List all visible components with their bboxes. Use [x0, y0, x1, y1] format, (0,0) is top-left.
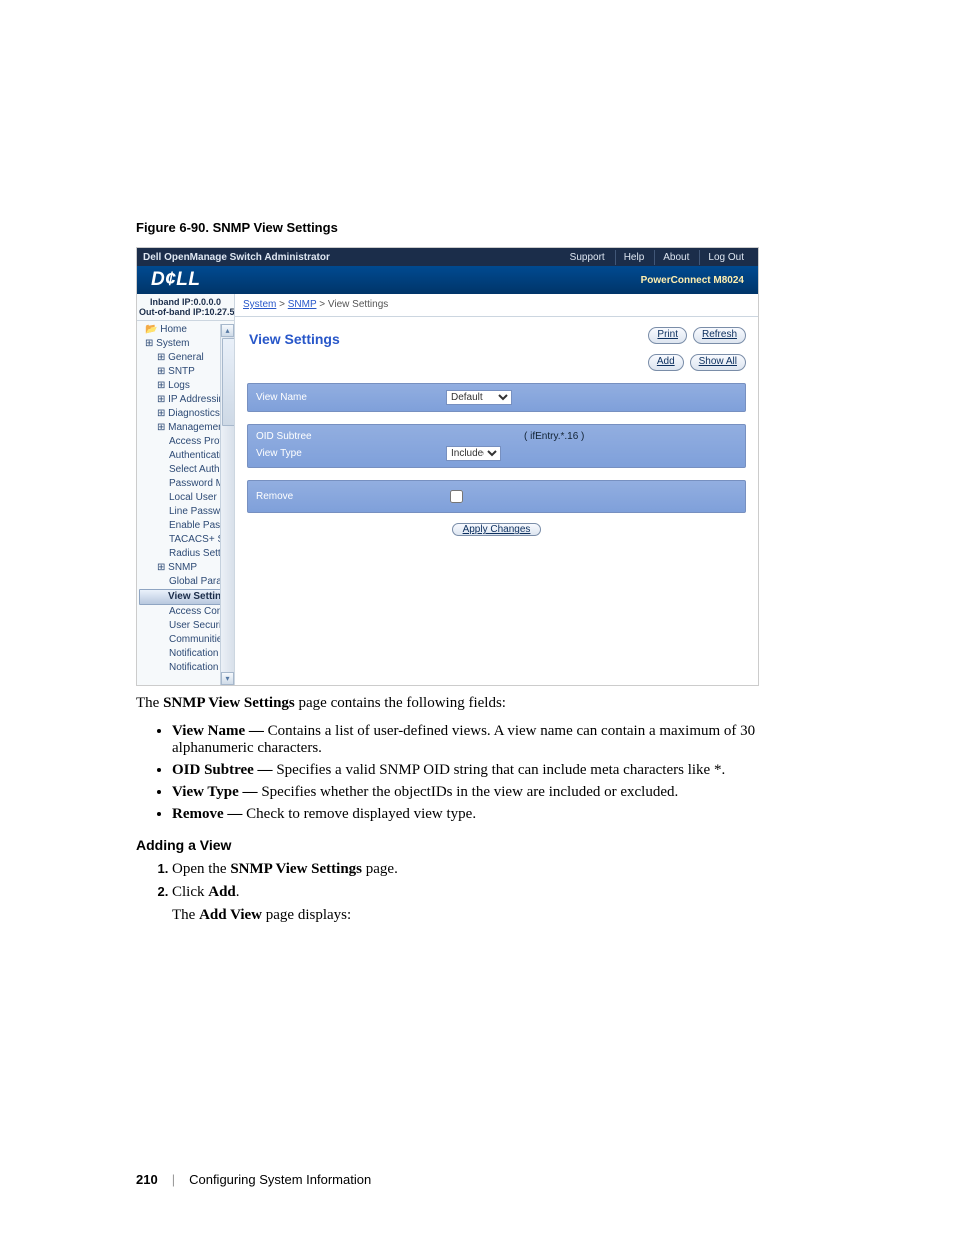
- figure-caption: Figure 6-90. SNMP View Settings: [136, 220, 839, 235]
- view-name-block: View Name Default: [247, 383, 746, 412]
- model-label: PowerConnect M8024: [641, 275, 744, 286]
- view-type-label: View Type: [256, 448, 446, 459]
- crumb-system[interactable]: System: [243, 299, 276, 310]
- refresh-button[interactable]: Refresh: [693, 327, 746, 344]
- app-brandbar: D¢LL PowerConnect M8024: [137, 266, 758, 294]
- topbar-link-logout[interactable]: Log Out: [699, 250, 752, 265]
- step-2: Click Add. The Add View page displays:: [172, 884, 839, 924]
- sidebar: Inband IP:0.0.0.0 Out-of-band IP:10.27.5…: [137, 294, 235, 685]
- app-window: Dell OpenManage Switch Administrator Sup…: [136, 247, 759, 686]
- step-1: Open the SNMP View Settings page.: [172, 861, 839, 878]
- breadcrumb: System > SNMP > View Settings: [235, 294, 758, 317]
- crumb-snmp[interactable]: SNMP: [288, 299, 317, 310]
- app-topbar: Dell OpenManage Switch Administrator Sup…: [137, 248, 758, 266]
- oid-type-block: OID Subtree ( ifEntry.*.16 ) View Type I…: [247, 424, 746, 468]
- footer-separator: |: [172, 1172, 175, 1187]
- topbar-link-support[interactable]: Support: [562, 250, 613, 265]
- crumb-current: View Settings: [328, 299, 388, 310]
- panel-title: View Settings: [247, 327, 342, 351]
- show-all-button[interactable]: Show All: [690, 354, 746, 371]
- sidebar-ip-block: Inband IP:0.0.0.0 Out-of-band IP:10.27.5…: [137, 294, 234, 321]
- field-bullet-list: View Name — Contains a list of user-defi…: [136, 723, 839, 823]
- remove-label: Remove: [256, 491, 446, 502]
- dell-logo: D¢LL: [151, 269, 201, 291]
- field-bullet: View Type — Specifies whether the object…: [172, 784, 839, 801]
- topbar-links: Support Help About Log Out: [562, 250, 752, 265]
- oid-subtree-hint: ( ifEntry.*.16 ): [524, 431, 584, 442]
- view-name-select[interactable]: Default: [446, 390, 512, 405]
- remove-checkbox[interactable]: [450, 490, 463, 503]
- outband-ip: Out-of-band IP:10.27.5.31: [139, 307, 232, 317]
- apply-changes-button[interactable]: Apply Changes: [452, 523, 542, 536]
- field-bullet: View Name — Contains a list of user-defi…: [172, 723, 839, 757]
- topbar-title: Dell OpenManage Switch Administrator: [143, 252, 330, 263]
- scroll-down-icon[interactable]: ▾: [221, 672, 234, 685]
- field-bullet: OID Subtree — Specifies a valid SNMP OID…: [172, 762, 839, 779]
- scroll-up-icon[interactable]: ▴: [221, 324, 234, 337]
- print-button[interactable]: Print: [648, 327, 687, 344]
- scroll-thumb[interactable]: [222, 338, 235, 426]
- view-name-label: View Name: [256, 392, 446, 403]
- oid-subtree-label: OID Subtree: [256, 431, 446, 442]
- page-number: 210: [136, 1172, 158, 1187]
- field-bullet: Remove — Check to remove displayed view …: [172, 806, 839, 823]
- inband-ip: Inband IP:0.0.0.0: [139, 297, 232, 307]
- intro-paragraph: The SNMP View Settings page contains the…: [136, 694, 839, 713]
- view-type-select[interactable]: Included: [446, 446, 501, 461]
- page-footer: 210 | Configuring System Information: [136, 1172, 839, 1187]
- steps-list: Open the SNMP View Settings page. Click …: [136, 861, 839, 924]
- topbar-link-about[interactable]: About: [654, 250, 697, 265]
- topbar-link-help[interactable]: Help: [615, 250, 653, 265]
- adding-a-view-heading: Adding a View: [136, 837, 839, 853]
- main-content: System > SNMP > View Settings View Setti…: [235, 294, 758, 685]
- add-button[interactable]: Add: [648, 354, 684, 371]
- remove-block: Remove: [247, 480, 746, 513]
- footer-section: Configuring System Information: [189, 1172, 371, 1187]
- scrollbar[interactable]: ▴ ▾: [220, 324, 234, 685]
